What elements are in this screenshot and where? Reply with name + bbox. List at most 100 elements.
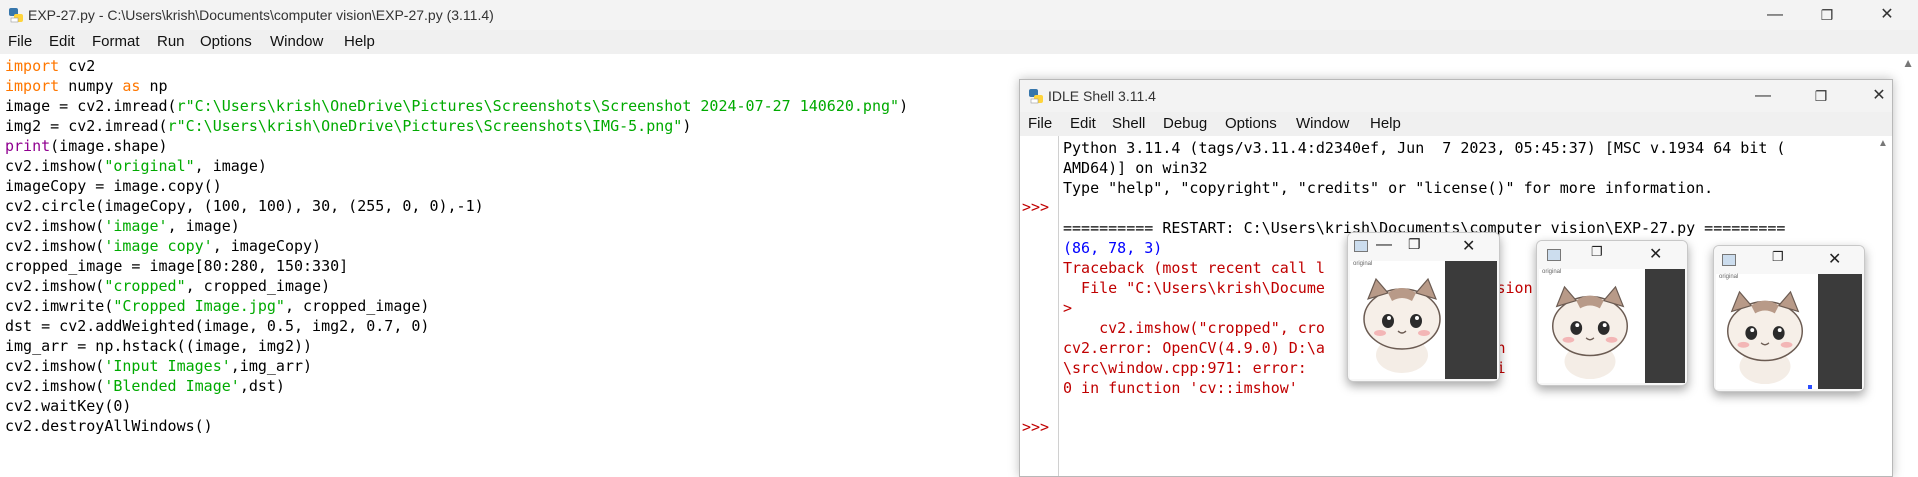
shell-titlebar: IDLE Shell 3.11.4 — ❐ ✕ (1020, 80, 1892, 112)
code-token: cv2.imshow( (5, 277, 105, 295)
code-token: ,dst) (239, 377, 285, 395)
code-line[interactable]: cv2.imshow("cropped", cropped_image) (5, 276, 908, 296)
cat-image (1726, 290, 1804, 385)
shell-scrollbar[interactable]: ▲ (1874, 136, 1892, 476)
close-button[interactable]: ✕ (1864, 0, 1910, 30)
cv-window-app-icon (1722, 254, 1736, 266)
resize-handle[interactable] (1808, 385, 1812, 389)
shell-maximize-button[interactable]: ❐ (1798, 81, 1844, 111)
code-token: as (122, 77, 141, 95)
menu-format[interactable]: Format (92, 33, 140, 50)
code-line[interactable]: import numpy as np (5, 76, 908, 96)
menu-help[interactable]: Help (344, 33, 375, 50)
code-text[interactable]: import cv2 import numpy as np image = cv2.… (5, 56, 908, 436)
code-token: cv2.imshow( (5, 377, 105, 395)
cv-maximize-button[interactable]: ❐ (1408, 236, 1421, 253)
code-token: img2 = cv2.imread( (5, 117, 168, 135)
code-token: r"C:\Users\krish\OneDrive\Pictures\Scree… (167, 117, 683, 135)
code-line[interactable]: cv2.imwrite("Cropped Image.jpg", cropped… (5, 296, 908, 316)
code-token: 'Blended Image' (104, 377, 240, 395)
shell-menu-file[interactable]: File (1028, 115, 1052, 132)
cv-dark-region (1645, 269, 1685, 383)
code-token: "cropped" (104, 277, 186, 295)
menu-file[interactable]: File (8, 33, 32, 50)
shell-close-button[interactable]: ✕ (1856, 81, 1902, 111)
code-token: ) (899, 97, 909, 115)
menu-edit[interactable]: Edit (49, 33, 75, 50)
cv-image-window[interactable]: — ❐ ✕ original (1347, 232, 1500, 382)
restore-button[interactable]: ❐ (1804, 0, 1850, 30)
cv-minimize-button[interactable]: — (1376, 236, 1392, 254)
code-line[interactable]: cv2.circle(imageCopy, (100, 100), 30, (2… (5, 196, 908, 216)
code-token: numpy (59, 77, 123, 95)
code-token: cv2.imshow( (5, 217, 105, 235)
code-line[interactable]: cv2.destroyAllWindows() (5, 416, 908, 436)
cv-image-window[interactable]: ❐ ✕ original (1536, 240, 1688, 386)
code-line[interactable]: cv2.imshow("original", image) (5, 156, 908, 176)
code-line[interactable]: img_arr = np.hstack((image, img2)) (5, 336, 908, 356)
cat-image (1363, 277, 1441, 373)
shell-menu-window[interactable]: Window (1296, 115, 1349, 132)
code-token: cv2.imshow( (5, 237, 105, 255)
code-line[interactable]: imageCopy = image.copy() (5, 176, 908, 196)
minimize-button[interactable]: — (1752, 0, 1798, 30)
code-line[interactable]: cv2.imshow('Blended Image',dst) (5, 376, 908, 396)
menu-run[interactable]: Run (157, 33, 185, 50)
code-token: cv2.circle(imageCopy, (100, 100), 30, (2… (5, 197, 484, 215)
cv-close-button[interactable]: ✕ (1649, 244, 1662, 264)
code-token: cv2 (59, 57, 96, 75)
code-line[interactable]: image = cv2.imread(r"C:\Users\krish\OneD… (5, 96, 908, 116)
python-icon (9, 8, 23, 23)
code-line[interactable]: print(image.shape) (5, 136, 908, 156)
scroll-up-arrow-icon[interactable]: ▲ (1902, 56, 1914, 70)
menu-window[interactable]: Window (270, 33, 323, 50)
prompt-gutter: >>> >>> (1020, 136, 1059, 476)
cv-window-titlebar: — ❐ ✕ (1348, 233, 1499, 259)
cv-close-button[interactable]: ✕ (1462, 236, 1475, 256)
cv-maximize-button[interactable]: ❐ (1772, 249, 1784, 265)
cv-image-window[interactable]: ❐ ✕ original (1713, 245, 1865, 392)
code-token: imageCopy = image.copy() (5, 177, 222, 195)
shell-menu-shell[interactable]: Shell (1112, 115, 1145, 132)
shell-output-line (1063, 198, 1785, 218)
cv-maximize-button[interactable]: ❐ (1591, 244, 1603, 260)
shell-minimize-button[interactable]: — (1740, 81, 1786, 111)
menu-options[interactable]: Options (200, 33, 252, 50)
code-token: cv2.imwrite( (5, 297, 114, 315)
code-token: (image.shape) (50, 137, 168, 155)
code-token: ,img_arr) (230, 357, 313, 375)
shell-title: IDLE Shell 3.11.4 (1048, 88, 1156, 104)
code-token: import (5, 57, 60, 75)
code-token: 'image' (104, 217, 168, 235)
code-token: print (5, 137, 51, 155)
shell-menu-options[interactable]: Options (1225, 115, 1277, 132)
code-token: , cropped_image) (284, 297, 430, 315)
code-line[interactable]: dst = cv2.addWeighted(image, 0.5, img2, … (5, 316, 908, 336)
shell-prompt: >>> (1022, 198, 1050, 216)
code-line[interactable]: cv2.imshow('image', image) (5, 216, 908, 236)
cv-image-canvas: original (1350, 261, 1497, 379)
shell-menu-help[interactable]: Help (1370, 115, 1401, 132)
code-line[interactable]: cv2.waitKey(0) (5, 396, 908, 416)
shell-menu-debug[interactable]: Debug (1163, 115, 1207, 132)
scroll-up-arrow-icon[interactable]: ▲ (1878, 138, 1888, 149)
code-token: "Cropped Image.jpg" (113, 297, 285, 315)
menu-bar: File Edit Format Run Options Window Help (0, 30, 1918, 54)
code-token: r"C:\Users\krish\OneDrive\Pictures\Scree… (176, 97, 900, 115)
code-line[interactable]: img2 = cv2.imread(r"C:\Users\krish\OneDr… (5, 116, 908, 136)
shell-menu-bar: File Edit Shell Debug Options Window Hel… (1020, 112, 1892, 136)
code-line[interactable]: cv2.imshow('image copy', imageCopy) (5, 236, 908, 256)
shell-menu-edit[interactable]: Edit (1070, 115, 1096, 132)
shell-output-line: Type "help", "copyright", "credits" or "… (1063, 179, 1714, 197)
code-line[interactable]: import cv2 (5, 56, 908, 76)
code-token: 'image copy' (104, 237, 213, 255)
cv-inner-title: original (1542, 269, 1562, 275)
window-title: EXP-27.py - C:\Users\krish\Documents\com… (28, 7, 494, 23)
code-token: , image) (194, 157, 267, 175)
shell-prompt: >>> (1022, 418, 1050, 436)
cv-close-button[interactable]: ✕ (1828, 249, 1841, 269)
code-line[interactable]: cv2.imshow('Input Images',img_arr) (5, 356, 908, 376)
code-line[interactable]: cropped_image = image[80:280, 150:330] (5, 256, 908, 276)
code-token: ) (682, 117, 692, 135)
code-token: , imageCopy) (212, 237, 322, 255)
